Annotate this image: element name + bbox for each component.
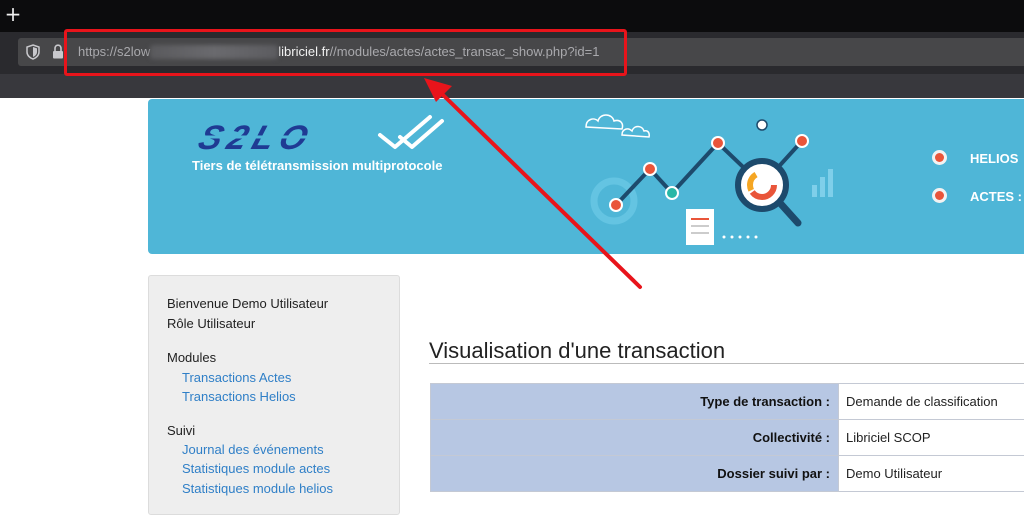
toolbar-strip (0, 74, 1024, 98)
new-tab-button[interactable]: + (3, 2, 23, 26)
shield-icon[interactable] (26, 44, 40, 60)
sidebar-link-stats-actes[interactable]: Statistiques module actes (182, 461, 330, 476)
menu-item-actes[interactable]: ACTES : (970, 189, 1022, 204)
sidebar-link-transactions-actes[interactable]: Transactions Actes (182, 370, 291, 385)
role-text: Rôle Utilisateur (167, 316, 255, 331)
table-row: Collectivité : Libriciel SCOP (431, 420, 1024, 456)
table-row: Dossier suivi par : Demo Utilisateur (431, 456, 1024, 492)
banner-tagline: Tiers de télétransmission multiprotocole (192, 158, 442, 173)
row-label: Collectivité : (431, 420, 839, 456)
s2low-logo[interactable]: S2LO (190, 113, 450, 161)
sidebar-link-journal[interactable]: Journal des événements (182, 442, 324, 457)
row-label: Dossier suivi par : (431, 456, 839, 492)
annotation-highlight-box (64, 29, 627, 76)
row-value: Demande de classification (839, 384, 1024, 420)
sidebar-link-stats-helios[interactable]: Statistiques module helios (182, 481, 333, 496)
title-divider (429, 363, 1024, 364)
transaction-details-table: Type de transaction : Demande de classif… (430, 383, 1024, 492)
suivi-heading: Suivi (167, 423, 195, 438)
bullet-icon (932, 150, 947, 165)
analytics-illustration (576, 105, 866, 253)
welcome-text: Bienvenue Demo Utilisateur (167, 296, 328, 311)
menu-item-helios[interactable]: HELIOS (970, 151, 1018, 166)
tab-bar: + (0, 0, 1024, 32)
row-value: Demo Utilisateur (839, 456, 1024, 492)
row-label: Type de transaction : (431, 384, 839, 420)
table-row: Type de transaction : Demande de classif… (431, 384, 1024, 420)
page-title: Visualisation d'une transaction (429, 338, 725, 364)
modules-heading: Modules (167, 350, 216, 365)
bullet-icon (932, 188, 947, 203)
lock-icon[interactable] (52, 44, 64, 59)
sidebar-link-transactions-helios[interactable]: Transactions Helios (182, 389, 296, 404)
row-value: Libriciel SCOP (839, 420, 1024, 456)
header-banner: S2LO Tiers de télétransmission multiprot… (148, 99, 1024, 254)
